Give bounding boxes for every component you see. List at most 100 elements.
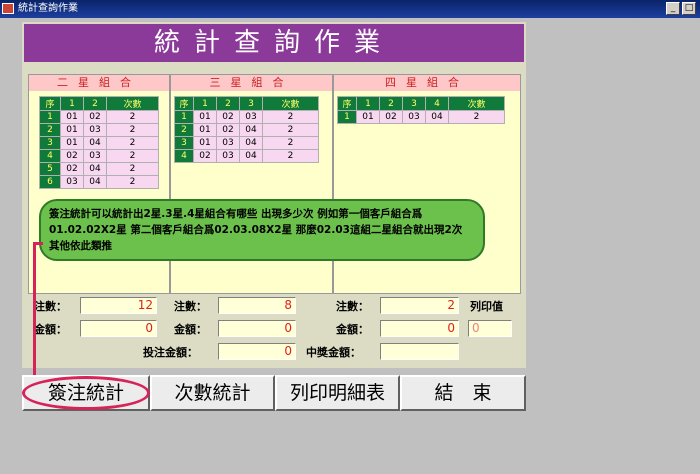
cell: 2 <box>106 136 159 150</box>
column-header: 2 <box>216 96 240 111</box>
callout-connector-tip <box>33 242 43 245</box>
cell: 2 <box>106 175 159 189</box>
main-panel: 統計查詢作業 二星組合 序 1 2 次數 1 01 02 2 2 01 03 2 3 01 04… <box>22 22 526 368</box>
column-header: 序 <box>39 96 61 111</box>
count-stats-button[interactable]: 次數統計 <box>150 375 275 411</box>
two-star-amount-field[interactable]: 0 <box>80 320 157 337</box>
row-index: 3 <box>174 136 194 150</box>
cell: 04 <box>83 175 107 189</box>
two-star-table: 序 1 2 次數 1 01 02 2 2 01 03 2 3 01 04 2 4 02 03 2 5 02… <box>39 96 159 189</box>
cell: 2 <box>106 162 159 176</box>
column-header: 3 <box>402 96 426 111</box>
three-star-table: 序 1 2 3 次數 1 01 02 03 2 2 01 02 04 2 3 01 03 04 2 40… <box>174 96 319 163</box>
table-row[interactable]: 2 01 03 2 <box>39 123 159 137</box>
table-row[interactable]: 5 02 04 2 <box>39 162 159 176</box>
table-row[interactable]: 2 01 02 04 2 <box>174 123 319 137</box>
four-star-amount-field[interactable]: 0 <box>380 320 459 337</box>
cell: 01 <box>60 110 84 124</box>
row-index: 2 <box>39 123 61 137</box>
table-row[interactable]: 6 03 04 2 <box>39 175 159 189</box>
cell: 01 <box>356 110 380 124</box>
four-star-amount-label: 金額： <box>336 323 369 336</box>
column-header: 3 <box>239 96 263 111</box>
column-header: 1 <box>60 96 84 111</box>
row-index: 1 <box>174 110 194 124</box>
column-header: 次數 <box>448 96 505 111</box>
print-detail-button[interactable]: 列印明細表 <box>275 375 400 411</box>
four-star-count-field[interactable]: 2 <box>380 297 459 314</box>
column-header: 序 <box>174 96 194 111</box>
cell: 03 <box>216 136 240 150</box>
cell: 2 <box>106 110 159 124</box>
table-row[interactable]: 1 01 02 03 2 <box>174 110 319 124</box>
two-star-count-field[interactable]: 12 <box>80 297 157 314</box>
table-row[interactable]: 4 02 03 2 <box>39 149 159 163</box>
three-star-title: 三星組合 <box>171 75 332 91</box>
table-row[interactable]: 3 01 03 04 2 <box>174 136 319 150</box>
tooltip-line-1: 簽注統計可以統計出2星.3星.4星組合有哪些 出現多少次 例如第一個客戶組合爲 <box>49 208 423 220</box>
cell: 04 <box>425 110 449 124</box>
column-header: 序 <box>337 96 357 111</box>
app-icon <box>2 3 14 14</box>
table-row[interactable]: 4 02 03 04 2 <box>174 149 319 163</box>
win-total-field[interactable] <box>380 343 459 360</box>
cell: 02 <box>216 110 240 124</box>
cell: 2 <box>262 110 319 124</box>
two-star-title: 二星組合 <box>29 75 169 91</box>
column-header: 次數 <box>106 96 159 111</box>
cell: 02 <box>379 110 403 124</box>
cell: 04 <box>239 149 263 163</box>
win-total-label: 中獎金額： <box>306 346 361 359</box>
print-value-field[interactable]: 0 <box>468 320 512 337</box>
four-star-count-label: 注數： <box>336 300 369 313</box>
column-header: 2 <box>83 96 107 111</box>
four-star-title: 四星組合 <box>334 75 520 91</box>
column-header: 4 <box>425 96 449 111</box>
row-index: 3 <box>39 136 61 150</box>
maximize-button[interactable]: □ <box>682 2 696 15</box>
two-star-amount-label: 金額： <box>34 323 67 336</box>
table-header-row: 序 1 2 3 次數 <box>174 96 319 111</box>
cell: 03 <box>83 123 107 137</box>
bet-total-field[interactable]: 0 <box>218 343 296 360</box>
bet-total-label: 投注金額： <box>143 346 198 359</box>
cell: 03 <box>216 149 240 163</box>
cell: 04 <box>83 136 107 150</box>
row-index: 1 <box>337 110 357 124</box>
table-row[interactable]: 1 01 02 03 04 2 <box>337 110 505 124</box>
cell: 01 <box>60 136 84 150</box>
two-star-panel: 二星組合 序 1 2 次數 1 01 02 2 2 01 03 2 3 01 04 2 4 02 03… <box>28 74 170 294</box>
three-star-amount-field[interactable]: 0 <box>218 320 296 337</box>
cell: 2 <box>262 136 319 150</box>
cell: 03 <box>60 175 84 189</box>
cell: 03 <box>83 149 107 163</box>
row-index: 4 <box>174 149 194 163</box>
cell: 02 <box>60 162 84 176</box>
cell: 2 <box>106 123 159 137</box>
cell: 04 <box>83 162 107 176</box>
cell: 04 <box>239 136 263 150</box>
tooltip-line-3: 其他依此類推 <box>49 240 112 252</box>
highlight-ring <box>22 376 150 410</box>
cell: 01 <box>193 110 217 124</box>
column-header: 次數 <box>262 96 319 111</box>
three-star-panel: 三星組合 序 1 2 3 次數 1 01 02 03 2 2 01 02 04 2 3 01 03 0… <box>170 74 333 294</box>
end-button[interactable]: 結 束 <box>400 375 526 411</box>
window-title: 統計查詢作業 <box>18 3 78 14</box>
cell: 04 <box>239 123 263 137</box>
row-index: 1 <box>39 110 61 124</box>
row-index: 4 <box>39 149 61 163</box>
cell: 01 <box>193 123 217 137</box>
row-index: 6 <box>39 175 61 189</box>
table-header-row: 序 1 2 3 4 次數 <box>337 96 505 111</box>
three-star-count-label: 注數： <box>174 300 207 313</box>
cell: 01 <box>60 123 84 137</box>
minimize-button[interactable]: _ <box>666 2 680 15</box>
table-row[interactable]: 1 01 02 2 <box>39 110 159 124</box>
cell: 03 <box>402 110 426 124</box>
cell: 02 <box>83 110 107 124</box>
table-row[interactable]: 3 01 04 2 <box>39 136 159 150</box>
cell: 02 <box>193 149 217 163</box>
three-star-count-field[interactable]: 8 <box>218 297 296 314</box>
four-star-panel: 四星組合 序 1 2 3 4 次數 1 01 02 03 04 2 <box>333 74 521 294</box>
